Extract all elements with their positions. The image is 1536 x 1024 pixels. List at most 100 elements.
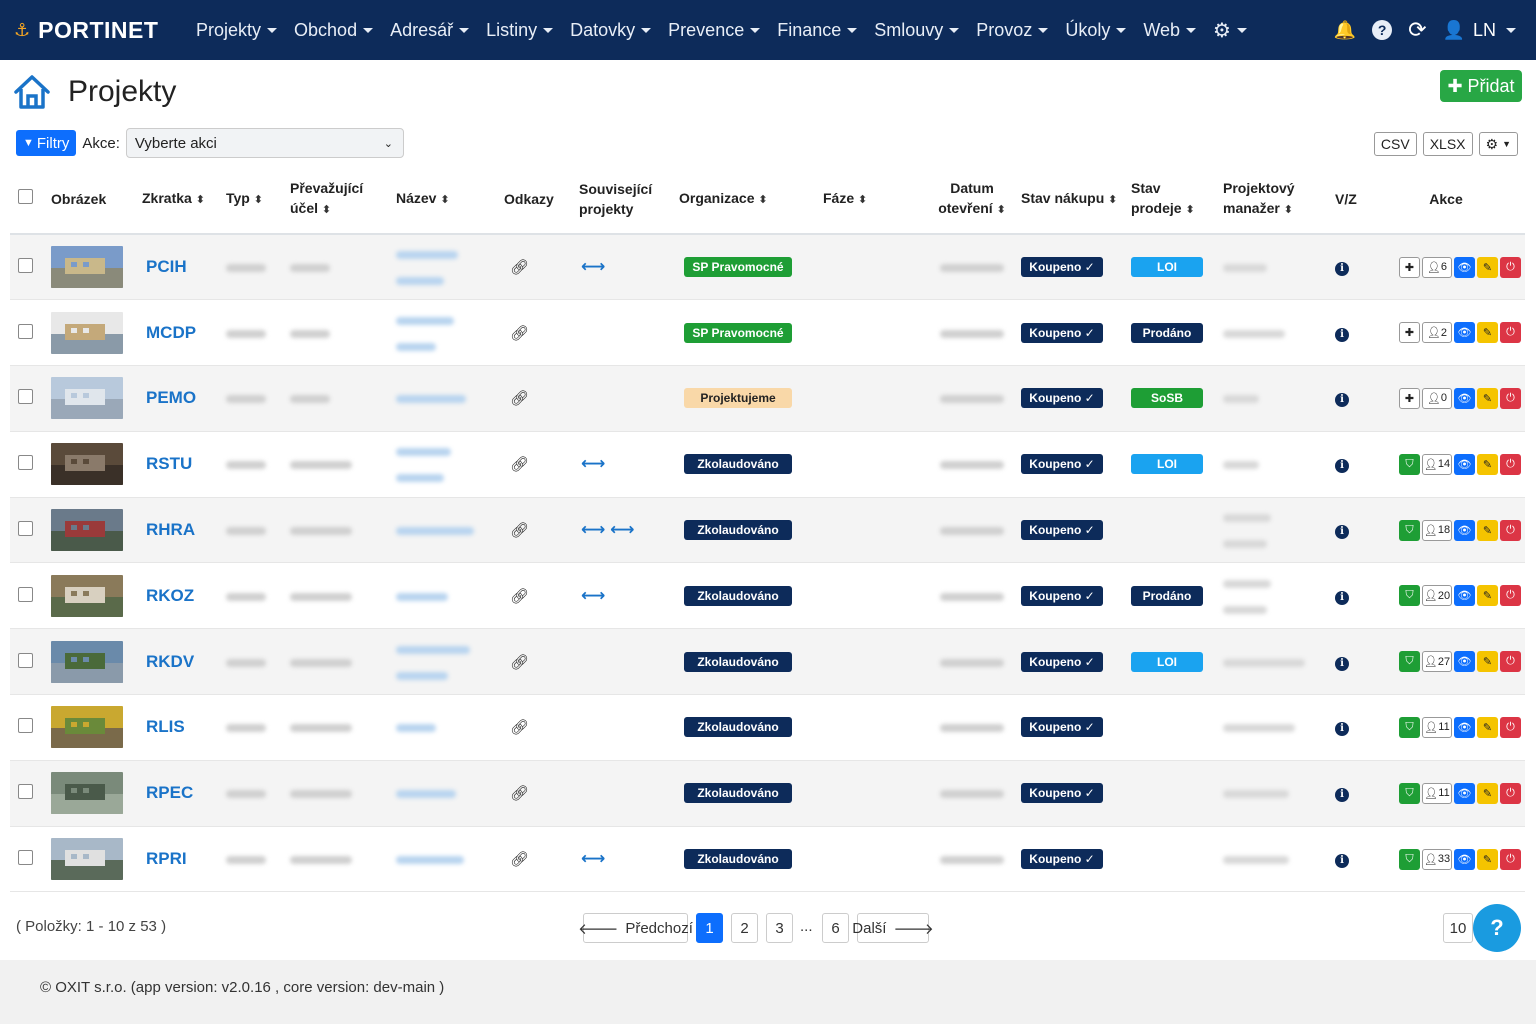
- shield-icon[interactable]: ⛉: [1399, 453, 1420, 475]
- row-checkbox[interactable]: [18, 784, 33, 800]
- table-row[interactable]: RPRI 🔗︎ ⟷ Zkolaudováno Koupeno ✓ i ⛉ 👤︎ 3…: [10, 826, 1525, 893]
- home-icon[interactable]: [12, 72, 52, 112]
- col-code[interactable]: Zkratka ⬍: [138, 164, 222, 235]
- link-icon[interactable]: 🔗︎: [510, 588, 529, 605]
- project-code-link[interactable]: RPRI: [146, 849, 187, 868]
- link-icon[interactable]: 🔗︎: [510, 654, 529, 671]
- filters-button[interactable]: ▼ Filtry: [16, 130, 77, 156]
- project-code-link[interactable]: RKOZ: [146, 586, 194, 605]
- edit-button[interactable]: ✎: [1477, 387, 1498, 409]
- select-all-checkbox[interactable]: [18, 188, 33, 204]
- shield-icon[interactable]: ⛉: [1399, 716, 1420, 738]
- name-cell[interactable]: [392, 628, 500, 696]
- page-button-1[interactable]: 1: [696, 913, 723, 943]
- users-count-button[interactable]: 👤︎ 33: [1422, 848, 1452, 870]
- edit-button[interactable]: ✎: [1477, 256, 1498, 278]
- deactivate-button[interactable]: ⏻: [1500, 519, 1521, 541]
- related-project-icon[interactable]: ⟷: [581, 849, 605, 868]
- table-row[interactable]: RKDV 🔗︎ Zkolaudováno Koupeno ✓ LOI i ⛉ 👤…: [10, 628, 1525, 696]
- project-code-link[interactable]: MCDP: [146, 323, 196, 342]
- edit-button[interactable]: ✎: [1477, 453, 1498, 475]
- per-page-select[interactable]: 10: [1443, 913, 1473, 943]
- related-project-icon[interactable]: ⟷: [581, 257, 605, 276]
- info-icon[interactable]: i: [1335, 262, 1349, 277]
- col-opened[interactable]: Datum otevření ⬍: [927, 164, 1017, 235]
- deactivate-button[interactable]: ⏻: [1500, 322, 1521, 344]
- nav-item-5[interactable]: Prevence: [668, 20, 761, 41]
- info-icon[interactable]: i: [1335, 788, 1349, 803]
- refresh-icon[interactable]: ⟳: [1408, 17, 1426, 43]
- link-icon[interactable]: 🔗︎: [510, 390, 529, 407]
- project-thumbnail[interactable]: [51, 706, 123, 749]
- row-checkbox[interactable]: [18, 258, 33, 274]
- edit-button[interactable]: ✎: [1477, 716, 1498, 738]
- chevron-down-icon[interactable]: [1506, 27, 1516, 33]
- edit-button[interactable]: ✎: [1477, 322, 1498, 344]
- project-thumbnail[interactable]: [51, 377, 123, 420]
- project-code-link[interactable]: RSTU: [146, 454, 192, 473]
- link-icon[interactable]: 🔗︎: [510, 325, 529, 342]
- table-row[interactable]: PCIH 🔗︎ ⟷ SP Pravomocné Koupeno ✓ LOI i …: [10, 234, 1525, 301]
- users-count-button[interactable]: 👤︎ 2: [1422, 322, 1452, 344]
- project-code-link[interactable]: RKDV: [146, 652, 194, 671]
- link-icon[interactable]: 🔗︎: [510, 259, 529, 276]
- page-button-3[interactable]: 3: [766, 913, 793, 943]
- table-row[interactable]: RKOZ 🔗︎ ⟷ Zkolaudováno Koupeno ✓ Prodáno…: [10, 562, 1525, 630]
- name-cell[interactable]: [392, 562, 500, 630]
- settings-menu[interactable]: ⚙: [1213, 18, 1247, 43]
- project-thumbnail[interactable]: [51, 443, 123, 486]
- col-phase[interactable]: Fáze ⬍: [819, 164, 927, 235]
- nav-item-0[interactable]: Projekty: [196, 20, 278, 41]
- name-cell[interactable]: [392, 431, 500, 498]
- project-code-link[interactable]: RLIS: [146, 717, 185, 736]
- row-checkbox[interactable]: [18, 652, 33, 668]
- project-code-link[interactable]: PCIH: [146, 257, 187, 276]
- nav-item-6[interactable]: Finance: [777, 20, 858, 41]
- name-cell[interactable]: [392, 365, 500, 432]
- deactivate-button[interactable]: ⏻: [1500, 256, 1521, 278]
- users-count-button[interactable]: 👤︎ 18: [1422, 519, 1452, 541]
- project-thumbnail[interactable]: [51, 509, 123, 552]
- bell-icon[interactable]: 🔔: [1334, 20, 1356, 41]
- deactivate-button[interactable]: ⏻: [1500, 387, 1521, 409]
- col-purchase[interactable]: Stav nákupu ⬍: [1017, 164, 1127, 235]
- name-cell[interactable]: [392, 299, 500, 367]
- nav-item-8[interactable]: Provoz: [976, 20, 1049, 41]
- project-thumbnail[interactable]: [51, 640, 123, 683]
- link-icon[interactable]: 🔗︎: [510, 719, 529, 736]
- col-org[interactable]: Organizace ⬍: [675, 164, 819, 235]
- nav-item-2[interactable]: Adresář: [390, 20, 470, 41]
- nav-item-4[interactable]: Datovky: [570, 20, 652, 41]
- view-button[interactable]: 👁: [1454, 453, 1475, 475]
- shield-icon[interactable]: ⛉: [1399, 651, 1420, 673]
- info-icon[interactable]: i: [1335, 327, 1349, 342]
- info-icon[interactable]: i: [1335, 590, 1349, 605]
- link-icon[interactable]: 🔗︎: [510, 851, 529, 868]
- add-icon[interactable]: ✚: [1399, 387, 1420, 409]
- nav-item-3[interactable]: Listiny: [486, 20, 554, 41]
- name-cell[interactable]: [392, 826, 500, 893]
- table-row[interactable]: RPEC 🔗︎ Zkolaudováno Koupeno ✓ i ⛉ 👤︎ 11 …: [10, 760, 1525, 827]
- users-count-button[interactable]: 👤︎ 27: [1422, 651, 1452, 673]
- deactivate-button[interactable]: ⏻: [1500, 782, 1521, 804]
- table-row[interactable]: RSTU 🔗︎ ⟷ Zkolaudováno Koupeno ✓ LOI i ⛉…: [10, 431, 1525, 498]
- nav-item-10[interactable]: Web: [1143, 20, 1197, 41]
- col-sale[interactable]: Stav prodeje ⬍: [1127, 164, 1219, 235]
- project-thumbnail[interactable]: [51, 772, 123, 815]
- page-button-6[interactable]: 6: [822, 913, 849, 943]
- project-thumbnail[interactable]: [51, 246, 123, 289]
- table-row[interactable]: MCDP 🔗︎ SP Pravomocné Koupeno ✓ Prodáno …: [10, 299, 1525, 367]
- info-icon[interactable]: i: [1335, 854, 1349, 869]
- info-icon[interactable]: i: [1335, 459, 1349, 474]
- user-initials[interactable]: LN: [1473, 20, 1496, 41]
- view-button[interactable]: 👁: [1454, 519, 1475, 541]
- xlsx-button[interactable]: XLSX: [1422, 132, 1473, 156]
- view-button[interactable]: 👁: [1454, 782, 1475, 804]
- view-button[interactable]: 👁: [1454, 256, 1475, 278]
- users-count-button[interactable]: 👤︎ 6: [1422, 256, 1452, 278]
- col-purpose[interactable]: Převažující účel ⬍: [286, 164, 392, 235]
- col-name[interactable]: Název ⬍: [392, 164, 500, 235]
- related-project-icon[interactable]: ⟷: [581, 586, 605, 605]
- row-checkbox[interactable]: [18, 389, 33, 405]
- next-page-button[interactable]: Další 🡒: [852, 913, 934, 943]
